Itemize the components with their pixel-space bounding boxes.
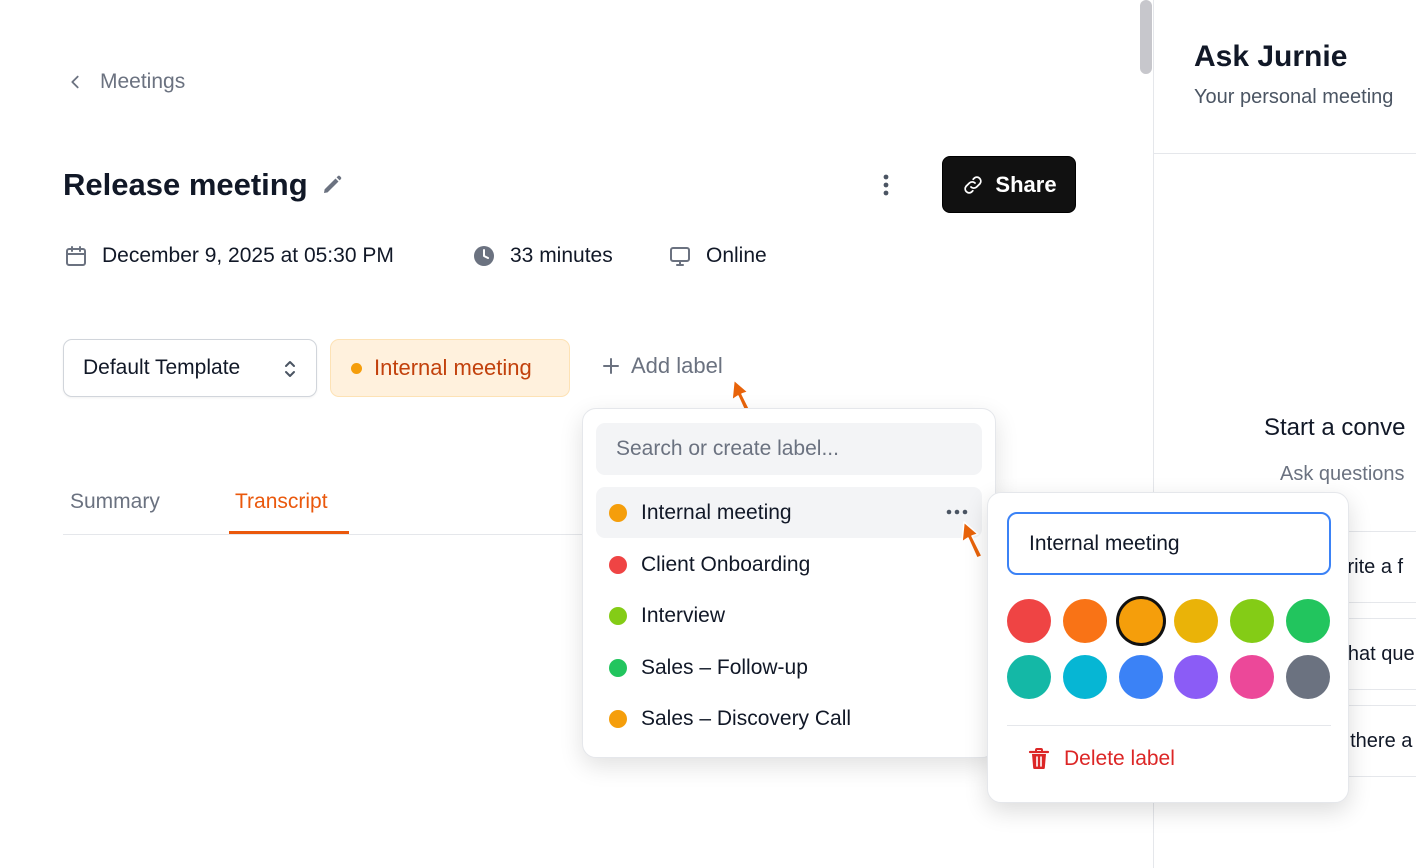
label-option-sales-discovery-call[interactable]: Sales – Discovery Call xyxy=(596,693,982,744)
add-label-button[interactable]: Add label xyxy=(601,353,723,379)
label-chip-text: Internal meeting xyxy=(374,355,532,380)
meeting-date: December 9, 2025 at 05:30 PM xyxy=(64,244,394,268)
color-swatch-yellow[interactable] xyxy=(1174,599,1218,643)
template-select-value: Default Template xyxy=(83,356,241,379)
label-color-dot xyxy=(609,555,627,574)
ask-panel-header: Ask Jurnie Your personal meeting xyxy=(1154,0,1416,154)
label-option-text: Sales – Follow-up xyxy=(641,655,808,679)
label-color-dot xyxy=(609,709,627,728)
delete-label-text: Delete label xyxy=(1064,747,1175,770)
label-option-sales-follow-up[interactable]: Sales – Follow-up xyxy=(596,642,982,693)
breadcrumb-back[interactable]: Meetings xyxy=(66,70,185,94)
chevron-up-down-icon xyxy=(285,361,295,377)
label-option-internal-meeting[interactable]: Internal meeting xyxy=(596,487,982,538)
page-title: Release meeting xyxy=(63,167,308,202)
label-search-input[interactable] xyxy=(596,423,982,475)
tab-transcript[interactable]: Transcript xyxy=(235,490,328,514)
color-swatch-pink[interactable] xyxy=(1230,655,1274,699)
label-color-dot xyxy=(609,658,627,677)
label-option-text: Client Onboarding xyxy=(641,552,811,576)
ask-panel-title: Ask Jurnie xyxy=(1194,40,1348,73)
label-option-interview[interactable]: Interview xyxy=(596,590,982,641)
more-horizontal-icon[interactable] xyxy=(946,509,968,515)
label-option-text: Internal meeting xyxy=(641,500,792,524)
label-color-dot xyxy=(609,606,627,625)
chevron-left-icon xyxy=(71,75,79,89)
color-swatch-green[interactable] xyxy=(1286,599,1330,643)
meeting-duration-text: 33 minutes xyxy=(510,244,613,267)
meeting-duration: 33 minutes xyxy=(472,244,613,268)
link-icon xyxy=(964,175,983,194)
active-tab-indicator xyxy=(229,531,349,534)
calendar-icon xyxy=(66,246,86,266)
meeting-location: Online xyxy=(668,244,767,268)
share-label: Share xyxy=(995,171,1057,197)
label-name-input[interactable] xyxy=(1007,512,1331,575)
trash-icon xyxy=(1028,748,1050,769)
color-swatch-red[interactable] xyxy=(1007,599,1051,643)
more-vertical-icon[interactable] xyxy=(874,172,898,198)
start-conversation-heading: Start a conve xyxy=(1264,414,1406,441)
pointer-arrow-icon xyxy=(961,521,983,559)
meeting-date-text: December 9, 2025 at 05:30 PM xyxy=(102,244,394,267)
color-swatch-lime[interactable] xyxy=(1230,599,1274,643)
color-swatch-teal[interactable] xyxy=(1007,655,1051,699)
plus-icon xyxy=(603,358,619,374)
ask-questions-text: Ask questions xyxy=(1280,463,1405,485)
color-swatch-gray[interactable] xyxy=(1286,655,1330,699)
color-swatch-violet[interactable] xyxy=(1174,655,1218,699)
label-option-client-onboarding[interactable]: Client Onboarding xyxy=(596,539,982,590)
main-scrollbar-thumb[interactable] xyxy=(1140,0,1152,74)
popover-divider xyxy=(1007,725,1331,726)
color-swatch-cyan[interactable] xyxy=(1063,655,1107,699)
monitor-icon xyxy=(670,247,690,266)
clock-icon xyxy=(474,246,494,266)
label-color-dot xyxy=(609,503,627,522)
share-button[interactable]: Share xyxy=(942,156,1076,213)
label-color-dot xyxy=(351,362,362,374)
tab-summary[interactable]: Summary xyxy=(70,490,160,514)
label-edit-popover: Delete label xyxy=(987,492,1349,803)
color-swatch-orange[interactable] xyxy=(1063,599,1107,643)
add-label-text: Add label xyxy=(631,353,723,378)
label-option-text: Sales – Discovery Call xyxy=(641,706,852,730)
label-option-text: Interview xyxy=(641,603,726,627)
pencil-icon[interactable] xyxy=(320,173,344,197)
ask-panel-subtitle: Your personal meeting xyxy=(1194,86,1394,108)
delete-label-button[interactable]: Delete label xyxy=(1028,747,1175,771)
color-swatch-blue[interactable] xyxy=(1119,655,1163,699)
template-select[interactable]: Default Template xyxy=(63,339,317,397)
label-chip-internal-meeting[interactable]: Internal meeting xyxy=(330,339,570,397)
breadcrumb-label: Meetings xyxy=(100,70,186,93)
meeting-location-text: Online xyxy=(706,244,767,267)
label-dropdown: Internal meeting Client Onboarding Inter… xyxy=(582,408,996,758)
color-swatch-amber[interactable] xyxy=(1119,599,1163,643)
